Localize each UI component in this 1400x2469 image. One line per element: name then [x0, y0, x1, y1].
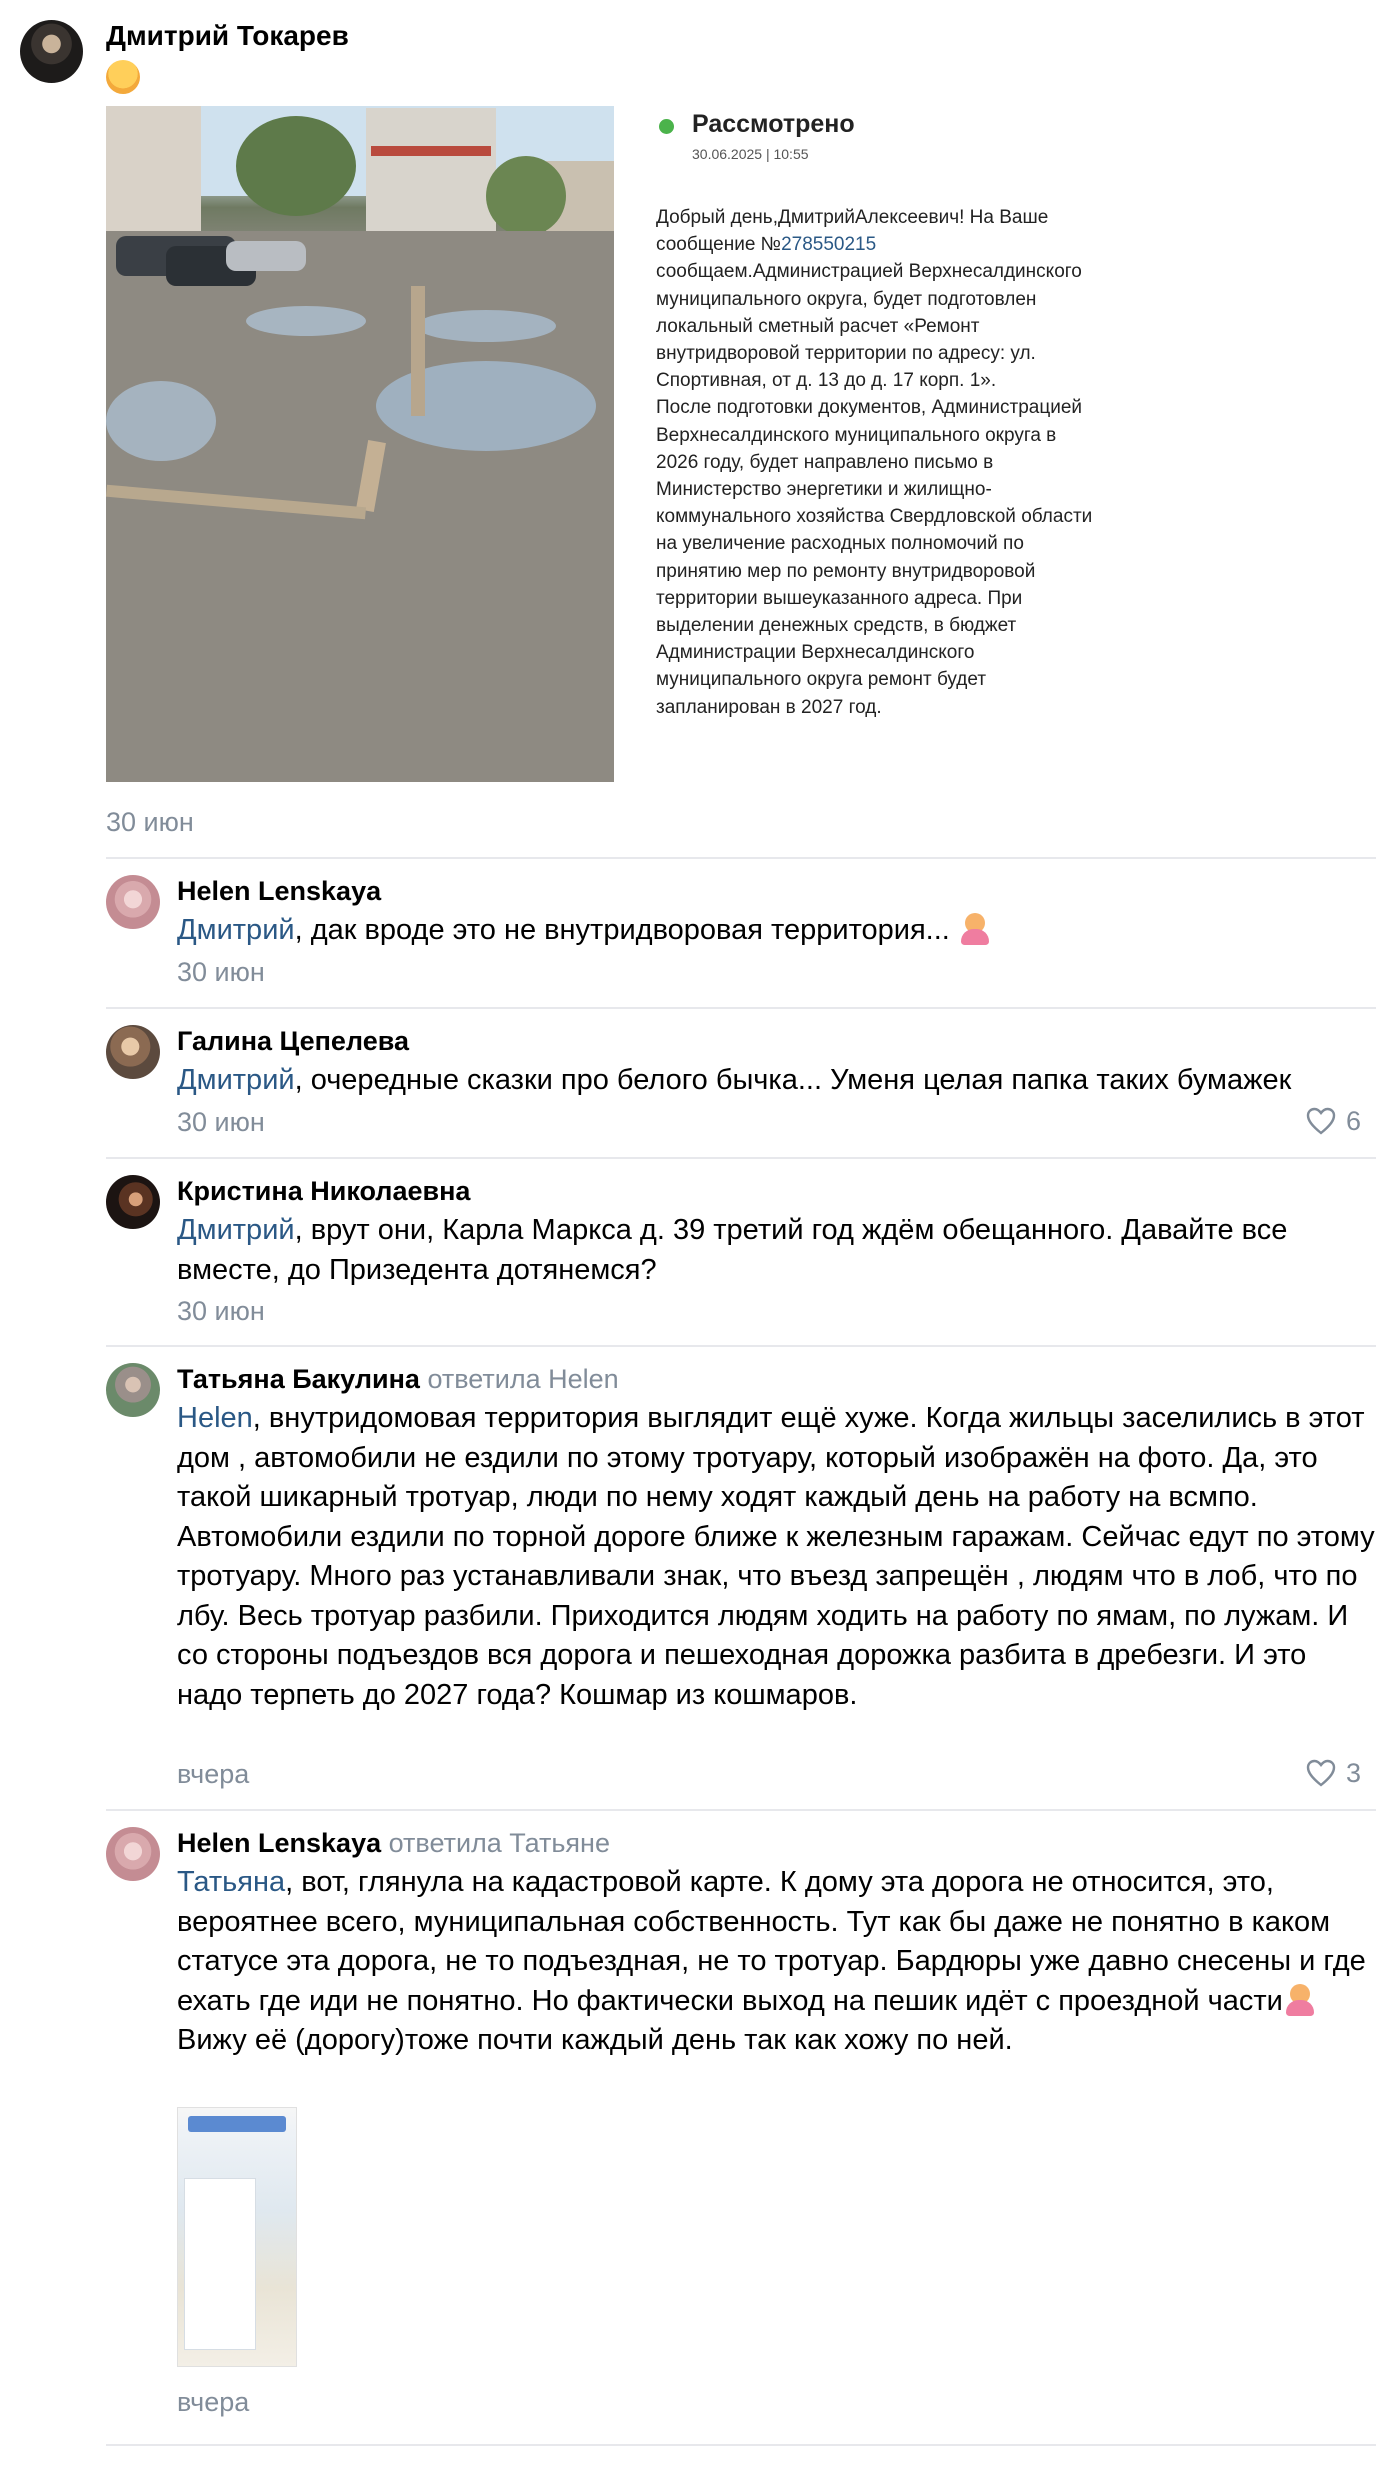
like-button[interactable]: 3: [1306, 1753, 1376, 1793]
road-puddles-image: [106, 106, 614, 782]
divider: [106, 1809, 1376, 1811]
document-status: Рассмотрено: [692, 110, 855, 138]
thumbnail-panel: [184, 2178, 256, 2350]
comment-author[interactable]: Helen Lenskaya: [177, 876, 381, 907]
divider: [106, 1007, 1376, 1009]
comment-date[interactable]: 30 июн: [177, 1296, 265, 1327]
divider: [106, 2444, 1376, 2446]
document-text-rest: сообщаем.Администрацией Верхнесалдинског…: [656, 261, 1093, 718]
post-date[interactable]: 30 июн: [106, 807, 194, 838]
comment-text: Дмитрий, очередные сказки про белого быч…: [177, 1061, 1377, 1101]
comment-body: , врут они, Карла Маркса д. 39 третий го…: [177, 1214, 1288, 1286]
comment-avatar[interactable]: [106, 1025, 160, 1079]
comments-page: Дмитрий Токарев Рассмотрено 30.06.2025 |…: [0, 0, 1400, 2469]
comment-date[interactable]: 30 июн: [177, 957, 265, 988]
comment-date[interactable]: вчера: [177, 1759, 249, 1790]
comment-avatar[interactable]: [106, 1363, 160, 1417]
like-count: 3: [1346, 1757, 1362, 1788]
post-photo[interactable]: [106, 106, 614, 782]
reply-to-label[interactable]: ответила Helen: [427, 1364, 618, 1394]
comment-avatar[interactable]: [106, 875, 160, 929]
comment-avatar[interactable]: [106, 1827, 160, 1881]
comment-avatar[interactable]: [106, 1175, 160, 1229]
comment-date[interactable]: вчера: [177, 2387, 249, 2418]
person-tipping-hand-emoji-icon: [1283, 1982, 1317, 2016]
comment-author[interactable]: Кристина Николаевна: [177, 1176, 470, 1207]
document-message-link[interactable]: 278550215: [781, 234, 876, 255]
comment-author-name[interactable]: Татьяна Бакулина: [177, 1364, 420, 1394]
comment-text: Дмитрий, врут они, Карла Маркса д. 39 тр…: [177, 1211, 1377, 1290]
comment-mention[interactable]: Дмитрий: [177, 1214, 295, 1246]
divider: [106, 1157, 1376, 1159]
comment-text: Helen, внутридомовая территория выглядит…: [177, 1399, 1377, 1715]
comment-body-line2: Вижу её (дорогу)тоже почти каждый день т…: [177, 2024, 1013, 2056]
comment-author-name[interactable]: Helen Lenskaya: [177, 1828, 381, 1858]
comment-author: Helen Lenskaya ответила Татьяне: [177, 1828, 610, 1859]
comment-body: , дак вроде это не внутридворовая террит…: [294, 914, 958, 946]
comment-mention[interactable]: Helen: [177, 1402, 253, 1434]
comment-body: , вот, глянула на кадастровой карте. К д…: [177, 1866, 1366, 2017]
comment-mention[interactable]: Дмитрий: [177, 1064, 295, 1096]
attached-screenshot-thumbnail[interactable]: [177, 2107, 297, 2367]
divider: [106, 1345, 1376, 1347]
post-author-name[interactable]: Дмитрий Токарев: [106, 20, 349, 52]
post-author-avatar[interactable]: [20, 20, 83, 83]
document-datetime: 30.06.2025 | 10:55: [692, 146, 809, 162]
reply-to-label[interactable]: ответила Татьяне: [389, 1828, 610, 1858]
comment-body: , очередные сказки про белого бычка... У…: [294, 1064, 1292, 1096]
comment-date[interactable]: 30 июн: [177, 1107, 265, 1138]
heart-icon: [1306, 1107, 1336, 1135]
status-dot-icon: [659, 119, 674, 134]
divider: [106, 857, 1376, 859]
comment-text: Дмитрий, дак вроде это не внутридворовая…: [177, 911, 1377, 951]
like-count: 6: [1346, 1105, 1362, 1136]
comment-author: Татьяна Бакулина ответила Helen: [177, 1364, 619, 1395]
comment-body: , внутридомовая территория выглядит ещё …: [177, 1402, 1375, 1711]
person-tipping-hand-emoji-icon: [958, 911, 992, 945]
heart-icon: [1306, 1759, 1336, 1787]
comment-text: Татьяна, вот, глянула на кадастровой кар…: [177, 1863, 1377, 2061]
comment-author[interactable]: Галина Цепелева: [177, 1026, 409, 1057]
like-button[interactable]: 6: [1306, 1101, 1376, 1141]
thumbnail-header: [188, 2116, 286, 2132]
document-text: Добрый день,ДмитрийАлексеевич! На Ваше с…: [656, 204, 1100, 721]
comment-mention[interactable]: Дмитрий: [177, 914, 295, 946]
official-response-document: Рассмотрено 30.06.2025 | 10:55 Добрый де…: [656, 106, 1100, 782]
comment-mention[interactable]: Татьяна: [177, 1866, 285, 1898]
monocle-face-emoji-icon: [106, 60, 140, 94]
